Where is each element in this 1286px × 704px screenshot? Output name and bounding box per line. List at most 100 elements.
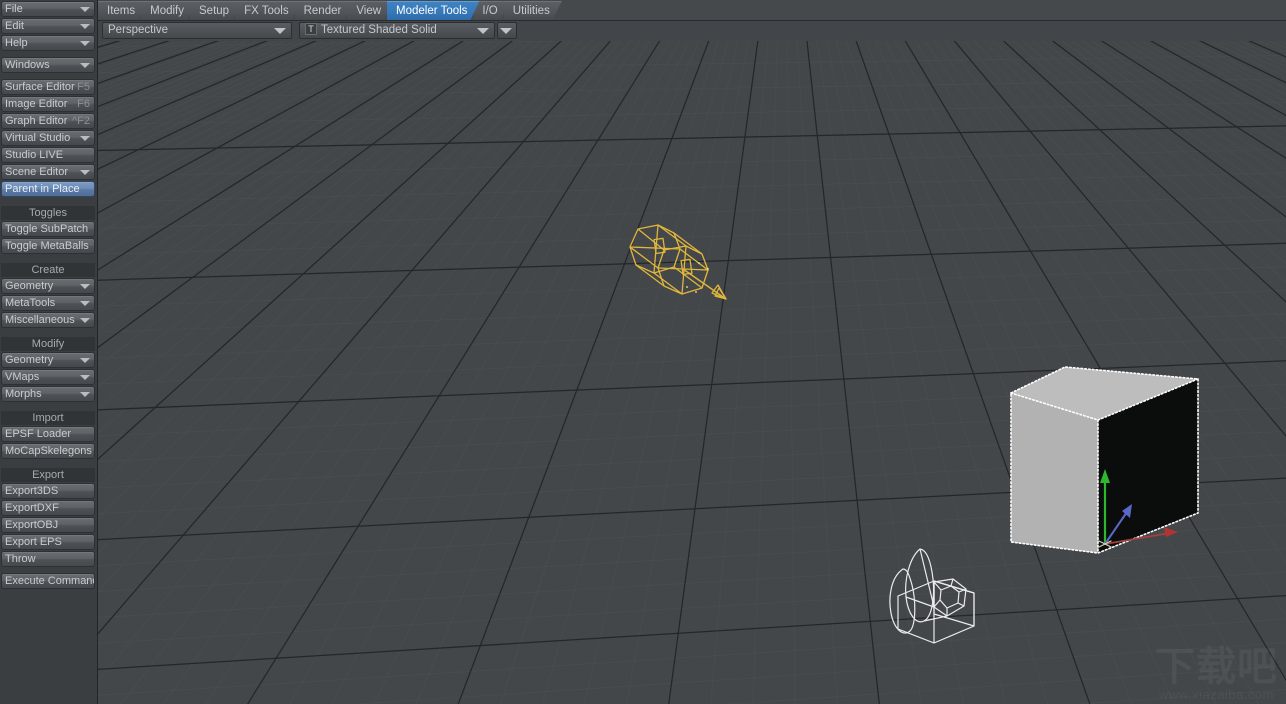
chevron-down-icon [80,7,90,12]
sidebar-item-metatools[interactable]: MetaTools [1,295,95,311]
sidebar-item-label: Geometry [5,353,53,367]
viewport-view-mode-dropdown[interactable]: Perspective [102,22,292,39]
tab-modeler-tools[interactable]: Modeler Tools [387,1,479,20]
sidebar-section-header-export: Export [1,468,95,482]
sidebar-group-spacer [0,198,97,205]
sidebar-item-export-eps[interactable]: Export EPS [1,534,95,550]
sidebar-item-vmaps[interactable]: VMaps [1,369,95,385]
viewport-options-dropdown[interactable] [497,22,517,39]
sidebar-item-windows[interactable]: Windows [1,57,95,73]
sidebar-item-label: Help [5,36,28,50]
sidebar-item-label: MetaTools [5,296,55,310]
sidebar-section-header-toggles: Toggles [1,206,95,220]
viewport-scene [98,41,1286,704]
chevron-down-icon [80,358,90,363]
sidebar-item-label: Windows [5,58,50,72]
sidebar-item-epsf-loader[interactable]: EPSF Loader [1,426,95,442]
sidebar-item-label: Virtual Studio [5,131,70,145]
tab-label: Utilities [513,5,550,17]
sidebar-item-parent-in-place[interactable]: Parent in Place [1,181,95,197]
tab-label: Render [304,5,342,17]
chevron-down-icon [80,170,90,175]
sidebar-item-label: Edit [5,19,24,33]
tab-label: Setup [199,5,229,17]
sidebar-section-header-create: Create [1,263,95,277]
sidebar-item-scene-editor[interactable]: Scene Editor [1,164,95,180]
chevron-down-icon [80,136,90,141]
app-window: File Edit Help Windows Surface EditorF5Image… [0,0,1286,704]
chevron-down-icon [80,41,90,46]
chevron-down-icon [274,28,286,34]
sidebar-group-spacer [0,568,97,572]
sidebar-item-throw[interactable]: Throw [1,551,95,567]
sidebar-item-label: Export3DS [5,484,58,498]
sidebar-item-label: Geometry [5,279,53,293]
tab-render[interactable]: Render [295,1,354,20]
tab-utilities[interactable]: Utilities [504,1,562,20]
sidebar-item-file[interactable]: File [1,1,95,17]
tab-label: Items [107,5,135,17]
sidebar-item-label: MoCapSkelegons [5,444,92,458]
sidebar-item-geometry[interactable]: Geometry [1,278,95,294]
texture-badge-icon: T [305,23,317,35]
sidebar-item-label: Toggle MetaBalls [5,239,89,253]
tab-fx-tools[interactable]: FX Tools [235,1,301,20]
sidebar-item-graph-editor[interactable]: Graph Editor^F2 [1,113,95,129]
viewport-toolbar: Perspective T Textured Shaded Solid [98,21,1286,41]
main-tab-bar: Items Modify Setup FX ToolsRender View Modele… [98,0,1286,21]
sidebar-item-exportobj[interactable]: ExportOBJ [1,517,95,533]
sidebar-item-label: File [5,2,23,16]
sidebar-group-spacer [0,460,97,467]
sidebar-group-spacer [0,255,97,262]
tab-modify[interactable]: Modify [141,1,196,20]
tab-items[interactable]: Items [98,1,147,20]
sidebar-section-header-modify: Modify [1,337,95,351]
viewport-shading-mode-label: Textured Shaded Solid [321,24,437,36]
sidebar-item-image-editor[interactable]: Image EditorF6 [1,96,95,112]
tab-view[interactable]: View [347,1,393,20]
sidebar-item-mocapskelegons[interactable]: MoCapSkelegons [1,443,95,459]
sidebar-item-execute-command[interactable]: Execute Command [1,573,95,589]
sidebar-item-hotkey: F6 [77,97,90,111]
sidebar-item-label: EPSF Loader [5,427,71,441]
3d-viewport[interactable]: 下载吧 www.xiazaiba.com [98,41,1286,704]
sidebar-item-label: Parent in Place [5,182,80,196]
chevron-down-icon [80,392,90,397]
chevron-down-icon [80,375,90,380]
sidebar-item-label: Surface Editor [5,80,75,94]
sidebar-item-toggle-metaballs[interactable]: Toggle MetaBalls [1,238,95,254]
sidebar-item-morphs[interactable]: Morphs [1,386,95,402]
sidebar-item-virtual-studio[interactable]: Virtual Studio [1,130,95,146]
sidebar-item-studio-live[interactable]: Studio LIVE [1,147,95,163]
tab-label: Modeler Tools [396,5,467,17]
sidebar-item-geometry[interactable]: Geometry [1,352,95,368]
sidebar-item-hotkey: ^F2 [72,114,90,128]
sidebar-item-label: Export EPS [5,535,62,549]
tab-label: View [356,5,381,17]
chevron-down-icon [80,318,90,323]
sidebar-item-exportdxf[interactable]: ExportDXF [1,500,95,516]
sidebar-group-spacer [0,74,97,78]
sidebar-item-help[interactable]: Help [1,35,95,51]
sidebar-item-label: Toggle SubPatch [5,222,88,236]
sidebar-item-toggle-subpatch[interactable]: Toggle SubPatch [1,221,95,237]
sidebar-item-miscellaneous[interactable]: Miscellaneous [1,312,95,328]
sidebar-item-label: ExportDXF [5,501,59,515]
tab-setup[interactable]: Setup [190,1,241,20]
chevron-down-icon [80,24,90,29]
sidebar-item-surface-editor[interactable]: Surface EditorF5 [1,79,95,95]
sidebar-item-label: Morphs [5,387,42,401]
box-front-face [1011,393,1098,553]
sidebar-item-label: Studio LIVE [5,148,63,162]
sidebar-item-export3ds[interactable]: Export3DS [1,483,95,499]
sidebar-item-label: Execute Command [5,574,95,588]
sidebar-item-label: Miscellaneous [5,313,75,327]
viewport-shading-mode-dropdown[interactable]: T Textured Shaded Solid [299,22,495,39]
sidebar-item-edit[interactable]: Edit [1,18,95,34]
sidebar-group-spacer [0,52,97,56]
tab-label: Modify [150,5,184,17]
viewport-view-mode-label: Perspective [108,24,168,36]
sidebar-item-label: Throw [5,552,36,566]
sidebar-group-spacer [0,329,97,336]
sidebar-item-label: Scene Editor [5,165,68,179]
